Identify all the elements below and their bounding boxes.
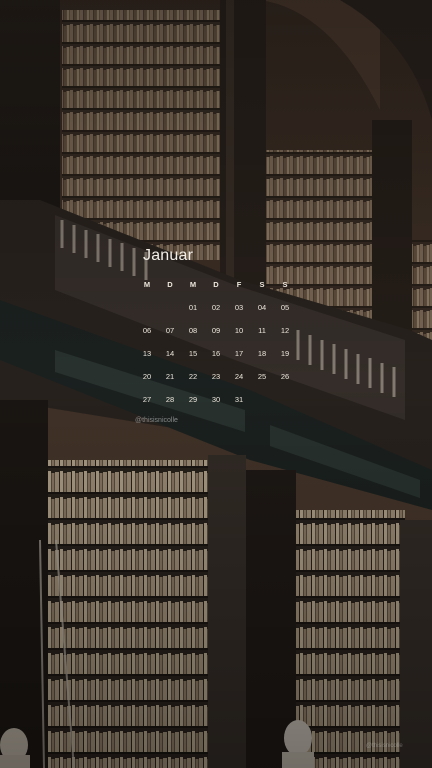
day-cell: 10 xyxy=(234,326,244,335)
weekday-header: S xyxy=(259,280,265,289)
day-cell: 27 xyxy=(142,395,152,404)
day-cell: 30 xyxy=(211,395,221,404)
day-cell: 19 xyxy=(280,349,290,358)
day-cell: 20 xyxy=(142,372,152,381)
day-cell: 01 xyxy=(188,303,198,312)
day-cell: 22 xyxy=(188,372,198,381)
day-cell: 28 xyxy=(165,395,175,404)
weekday-header: F xyxy=(236,280,242,289)
weekday-header: M xyxy=(189,280,197,289)
day-cell: 14 xyxy=(165,349,175,358)
credit-handle-small: @thisisnicolle xyxy=(366,743,403,749)
day-cell: 25 xyxy=(257,372,267,381)
day-cell: 15 xyxy=(188,349,198,358)
day-cell: 26 xyxy=(280,372,290,381)
month-title: Januar xyxy=(143,247,194,264)
day-cell: 08 xyxy=(188,326,198,335)
day-cell: 16 xyxy=(211,349,221,358)
day-cell: 06 xyxy=(142,326,152,335)
day-cell: 03 xyxy=(234,303,244,312)
day-cell: 12 xyxy=(280,326,290,335)
day-cell: 21 xyxy=(165,372,175,381)
day-cell: 24 xyxy=(234,372,244,381)
weekday-header: D xyxy=(213,280,219,289)
credit-handle: @thisisnicolle xyxy=(135,417,178,424)
calendar-widget: Januar M D M D F S S 01 02 03 04 05 06 0… xyxy=(134,244,304,430)
weekday-header: S xyxy=(282,280,288,289)
day-cell: 23 xyxy=(211,372,221,381)
day-cell: 07 xyxy=(165,326,175,335)
weekday-header: D xyxy=(167,280,173,289)
weekday-header: M xyxy=(143,280,151,289)
day-cell: 09 xyxy=(211,326,221,335)
day-cell: 02 xyxy=(211,303,221,312)
day-cell: 13 xyxy=(142,349,152,358)
day-cell: 18 xyxy=(257,349,267,358)
day-cell: 29 xyxy=(188,395,198,404)
day-cell: 05 xyxy=(280,303,290,312)
day-cell: 31 xyxy=(234,395,244,404)
day-cell: 11 xyxy=(258,326,266,335)
day-cell: 04 xyxy=(257,303,267,312)
day-cell: 17 xyxy=(234,349,244,358)
